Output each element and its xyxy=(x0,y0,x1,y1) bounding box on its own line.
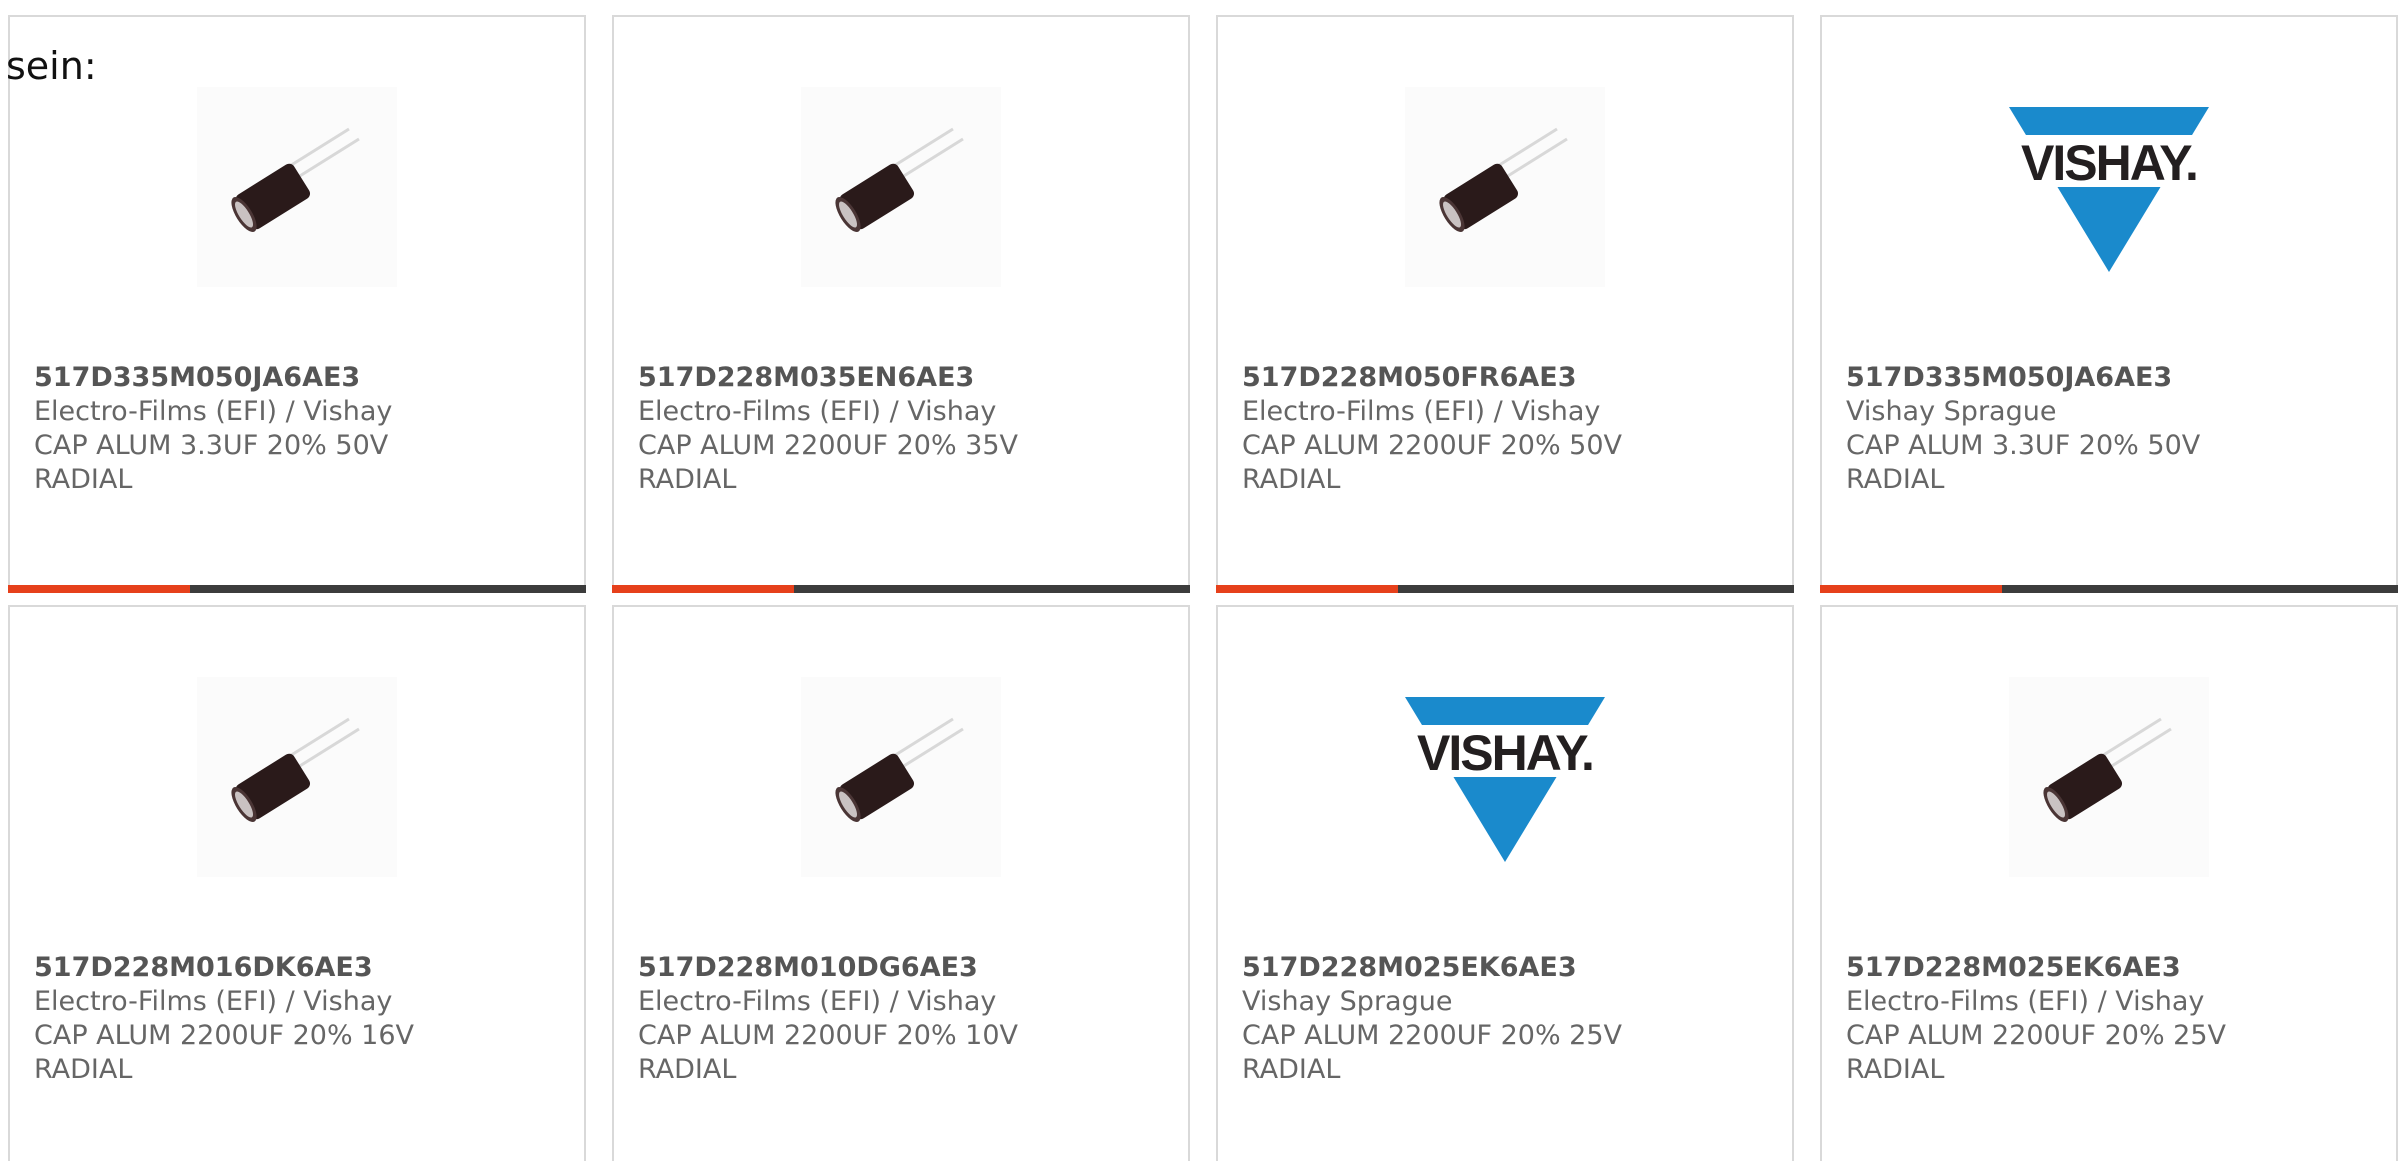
description: CAP ALUM 2200UF 20% 35V xyxy=(638,430,1019,461)
product-info: 517D228M025EK6AE3 Electro-Films (EFI) / … xyxy=(1846,951,2386,1087)
product-info: 517D335M050JA6AE3 Electro-Films (EFI) / … xyxy=(34,361,574,497)
product-card[interactable]: 517D228M035EN6AE3 Electro-Films (EFI) / … xyxy=(612,15,1190,593)
part-number: 517D228M025EK6AE3 xyxy=(1846,952,2181,983)
package-type: RADIAL xyxy=(1242,1054,1341,1085)
description: CAP ALUM 2200UF 20% 25V xyxy=(1846,1020,2227,1051)
manufacturer: Electro-Films (EFI) / Vishay xyxy=(1242,396,1601,427)
capacitor-icon xyxy=(1405,87,1605,287)
description: CAP ALUM 2200UF 20% 10V xyxy=(638,1020,1019,1051)
package-type: RADIAL xyxy=(34,1054,133,1085)
product-info: 517D228M016DK6AE3 Electro-Films (EFI) / … xyxy=(34,951,574,1087)
package-type: RADIAL xyxy=(1846,1054,1945,1085)
product-card[interactable]: 517D228M010DG6AE3 Electro-Films (EFI) / … xyxy=(612,605,1190,1161)
card-accent-bar xyxy=(612,585,794,593)
package-type: RADIAL xyxy=(1242,464,1341,495)
capacitor-icon xyxy=(197,87,397,287)
svg-text:VISHAY.: VISHAY. xyxy=(1417,725,1593,781)
product-card[interactable]: 517D228M016DK6AE3 Electro-Films (EFI) / … xyxy=(8,605,586,1161)
capacitor-icon xyxy=(197,677,397,877)
description: CAP ALUM 2200UF 20% 50V xyxy=(1242,430,1623,461)
product-card[interactable]: 517D228M050FR6AE3 Electro-Films (EFI) / … xyxy=(1216,15,1794,593)
part-number: 517D228M050FR6AE3 xyxy=(1242,362,1577,393)
product-grid: 517D335M050JA6AE3 Electro-Films (EFI) / … xyxy=(0,0,2400,1161)
card-accent-bar xyxy=(8,585,190,593)
part-number: 517D335M050JA6AE3 xyxy=(34,362,361,393)
manufacturer: Vishay Sprague xyxy=(1242,986,1453,1017)
product-info: 517D228M010DG6AE3 Electro-Films (EFI) / … xyxy=(638,951,1178,1087)
manufacturer: Electro-Films (EFI) / Vishay xyxy=(1846,986,2205,1017)
product-card[interactable]: 517D228M025EK6AE3 Electro-Films (EFI) / … xyxy=(1820,605,2398,1161)
package-type: RADIAL xyxy=(1846,464,1945,495)
manufacturer: Vishay Sprague xyxy=(1846,396,2057,427)
card-accent-bar xyxy=(1216,585,1398,593)
svg-text:VISHAY.: VISHAY. xyxy=(2021,135,2197,191)
intro-text: sein: xyxy=(6,44,97,88)
manufacturer: Electro-Films (EFI) / Vishay xyxy=(34,986,393,1017)
product-card[interactable]: VISHAY. 517D228M025EK6AE3 Vishay Sprague… xyxy=(1216,605,1794,1161)
vishay-logo: VISHAY. xyxy=(2009,87,2209,287)
part-number: 517D228M025EK6AE3 xyxy=(1242,952,1577,983)
card-bottom-bar xyxy=(612,585,1190,593)
capacitor-icon xyxy=(2009,677,2209,877)
product-card[interactable]: VISHAY. 517D335M050JA6AE3 Vishay Sprague… xyxy=(1820,15,2398,593)
description: CAP ALUM 2200UF 20% 25V xyxy=(1242,1020,1623,1051)
product-info: 517D335M050JA6AE3 Vishay Sprague CAP ALU… xyxy=(1846,361,2386,497)
product-info: 517D228M050FR6AE3 Electro-Films (EFI) / … xyxy=(1242,361,1782,497)
package-type: RADIAL xyxy=(638,1054,737,1085)
manufacturer: Electro-Films (EFI) / Vishay xyxy=(34,396,393,427)
manufacturer: Electro-Films (EFI) / Vishay xyxy=(638,396,997,427)
card-bottom-bar xyxy=(1820,585,2398,593)
capacitor-icon xyxy=(801,677,1001,877)
vishay-logo: VISHAY. xyxy=(1405,677,1605,877)
card-accent-bar xyxy=(1820,585,2002,593)
product-info: 517D228M035EN6AE3 Electro-Films (EFI) / … xyxy=(638,361,1178,497)
part-number: 517D228M010DG6AE3 xyxy=(638,952,978,983)
part-number: 517D335M050JA6AE3 xyxy=(1846,362,2173,393)
product-grid-page: sein: 517D335M050JA6AE3 Electro-Films (E… xyxy=(0,0,2400,1161)
package-type: RADIAL xyxy=(34,464,133,495)
part-number: 517D228M035EN6AE3 xyxy=(638,362,975,393)
capacitor-icon xyxy=(801,87,1001,287)
part-number: 517D228M016DK6AE3 xyxy=(34,952,373,983)
description: CAP ALUM 3.3UF 20% 50V xyxy=(34,430,389,461)
manufacturer: Electro-Films (EFI) / Vishay xyxy=(638,986,997,1017)
package-type: RADIAL xyxy=(638,464,737,495)
card-bottom-bar xyxy=(8,585,586,593)
card-bottom-bar xyxy=(1216,585,1794,593)
description: CAP ALUM 2200UF 20% 16V xyxy=(34,1020,415,1051)
product-card[interactable]: 517D335M050JA6AE3 Electro-Films (EFI) / … xyxy=(8,15,586,593)
description: CAP ALUM 3.3UF 20% 50V xyxy=(1846,430,2201,461)
product-info: 517D228M025EK6AE3 Vishay Sprague CAP ALU… xyxy=(1242,951,1782,1087)
